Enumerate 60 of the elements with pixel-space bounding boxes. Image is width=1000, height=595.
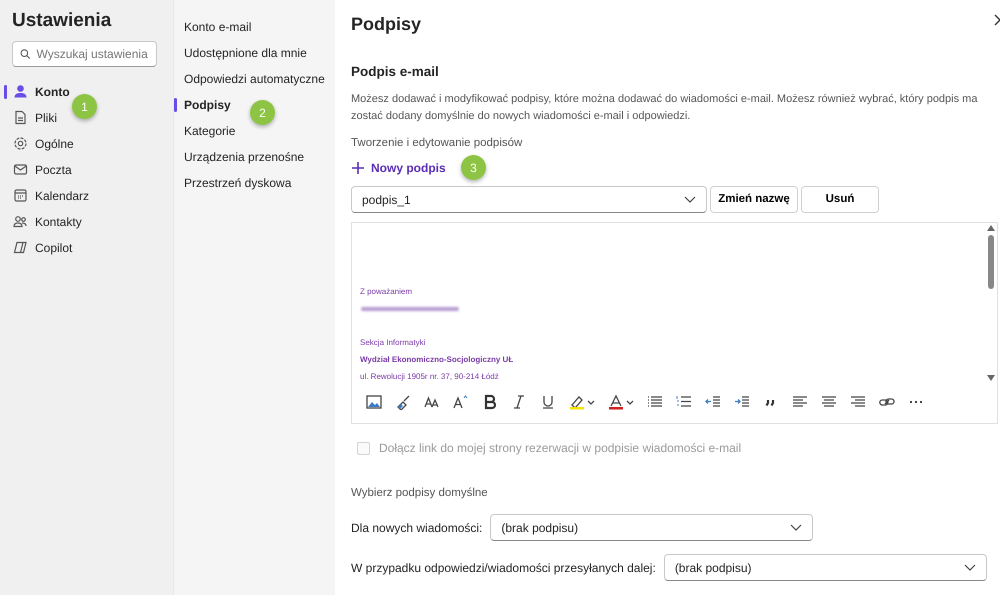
brush-icon[interactable]: [395, 394, 411, 410]
scrollbar-thumb[interactable]: [988, 235, 994, 290]
chevron-down-icon: [684, 196, 696, 204]
sidebar-item[interactable]: Ogólne: [0, 130, 78, 157]
subnav-item[interactable]: Odpowiedzi automatyczne: [174, 66, 329, 92]
calendar-icon: [13, 188, 28, 204]
field-label: W przypadku odpowiedzi/wiadomości przesyłanych dalej:: [351, 560, 656, 577]
signature-text: Z poważaniem: [360, 286, 412, 298]
subnav-item[interactable]: Konto e-mail: [174, 14, 256, 40]
description-text: Możesz dodawać i modyfikować podpisy, które można dodawać do wiadomości e-mail. Możesz również wybrać, który podpis ma zostać dodany domyślnie do nowych wiadomości e-mail i odpowiedzi.: [351, 92, 978, 124]
settings-icon: [13, 136, 28, 152]
section-label: Wybierz podpisy domyślne: [351, 486, 489, 502]
highlight-icon[interactable]: [569, 394, 595, 410]
file-icon: [13, 110, 28, 126]
superscript-icon[interactable]: [453, 394, 469, 410]
image-icon[interactable]: [366, 394, 382, 410]
delete-button[interactable]: Usuń: [801, 186, 879, 214]
dropdown[interactable]: (brak podpisu): [490, 514, 814, 542]
sidebar-item[interactable]: Poczta: [0, 156, 76, 183]
scroll-down-icon[interactable]: [987, 375, 995, 382]
rename-button[interactable]: Zmień nazwę: [710, 186, 798, 214]
field-label: Tworzenie i edytowanie podpisów: [351, 136, 524, 151]
underline-icon[interactable]: [540, 394, 556, 410]
sidebar-item[interactable]: Copilot: [0, 234, 76, 261]
subnav-item[interactable]: Podpisy: [174, 92, 235, 118]
selection-indicator: [174, 98, 177, 112]
chevron-down-icon: [964, 564, 976, 572]
sidebar-item[interactable]: Kalendarz: [0, 182, 94, 209]
signature-text: ul. Rewolucji 1905r nr. 37, 90-214 Łódź: [360, 371, 499, 384]
new-signature-button[interactable]: Nowy podpis: [351, 158, 446, 178]
subnav-item[interactable]: Urządzenia przenośne: [174, 144, 308, 170]
sidebar-item[interactable]: Konto: [0, 78, 74, 105]
sidebar-item[interactable]: Kontakty: [0, 208, 86, 235]
step-badge: 3: [461, 155, 486, 180]
italic-icon[interactable]: [511, 394, 527, 410]
search-field[interactable]: Wyszukaj ustawienia: [12, 40, 157, 67]
checkbox-label: Dołącz link do mojej strony rezerwacji w podpisie wiadomości e-mail: [357, 439, 1000, 458]
person-icon: [13, 84, 28, 100]
chevron-down-icon: [790, 524, 802, 532]
font-color-icon[interactable]: [608, 394, 634, 410]
subnav-item[interactable]: Przestrzeń dyskowa: [174, 170, 296, 196]
dropdown[interactable]: podpis_1: [351, 186, 707, 214]
panel-title: Podpisy: [351, 14, 422, 36]
signature-editor[interactable]: Z poważaniem Sekcja Informatyki Wydział Ekonomiczno-Socjologiczny UŁ ul. Rewolucji 1905r nr. 37, 90-214 Łódź: [351, 222, 998, 424]
bold-icon[interactable]: [482, 394, 498, 410]
settings-title: Ustawienia: [12, 10, 112, 33]
subnav-item[interactable]: Udostępnione dla mnie: [174, 40, 311, 66]
selection-indicator: [4, 84, 7, 99]
plus-icon: [351, 161, 365, 176]
signature-text: Sekcja Informatyki: [360, 337, 426, 350]
signature-text: Wydział Ekonomiczno-Socjologiczny UŁ: [360, 354, 514, 366]
field-label: Dla nowych wiadomości:: [351, 520, 482, 537]
subnav-item[interactable]: Kategorie: [174, 118, 240, 144]
scroll-up-icon[interactable]: [987, 225, 995, 232]
section-title: Podpis e-mail: [351, 62, 440, 81]
search-icon: [20, 48, 30, 60]
sidebar-item[interactable]: Pliki: [0, 104, 62, 131]
dropdown[interactable]: (brak podpisu): [664, 554, 987, 582]
mail-icon: [13, 162, 28, 178]
people-icon: [13, 214, 28, 230]
